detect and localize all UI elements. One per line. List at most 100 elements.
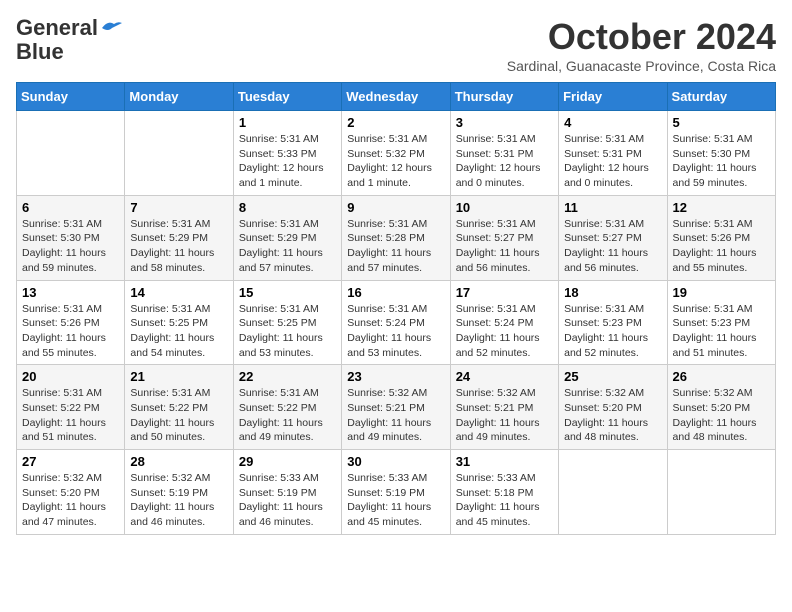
day-number: 6 xyxy=(22,200,119,215)
day-number: 12 xyxy=(673,200,770,215)
cell-daylight-info: Sunrise: 5:31 AMSunset: 5:31 PMDaylight:… xyxy=(564,132,661,191)
day-number: 5 xyxy=(673,115,770,130)
day-number: 23 xyxy=(347,369,444,384)
cell-daylight-info: Sunrise: 5:31 AMSunset: 5:22 PMDaylight:… xyxy=(22,386,119,445)
calendar-cell: 7 Sunrise: 5:31 AMSunset: 5:29 PMDaylight… xyxy=(125,195,233,280)
cell-daylight-info: Sunrise: 5:31 AMSunset: 5:31 PMDaylight:… xyxy=(456,132,553,191)
cell-daylight-info: Sunrise: 5:31 AMSunset: 5:22 PMDaylight:… xyxy=(130,386,227,445)
day-number: 2 xyxy=(347,115,444,130)
weekday-header-tuesday: Tuesday xyxy=(233,83,341,111)
day-number: 17 xyxy=(456,285,553,300)
calendar-cell xyxy=(667,450,775,535)
calendar-cell: 1Sunrise: 5:31 AMSunset: 5:33 PMDaylight… xyxy=(233,111,341,196)
day-number: 19 xyxy=(673,285,770,300)
weekday-header-wednesday: Wednesday xyxy=(342,83,450,111)
calendar-cell: 12 Sunrise: 5:31 AMSunset: 5:26 PMDayligh… xyxy=(667,195,775,280)
weekday-header-row: SundayMondayTuesdayWednesdayThursdayFrid… xyxy=(17,83,776,111)
cell-daylight-info: Sunrise: 5:31 AMSunset: 5:29 PMDaylight:… xyxy=(239,217,336,276)
cell-daylight-info: Sunrise: 5:31 AMSunset: 5:30 PMDaylight:… xyxy=(673,132,770,191)
day-number: 18 xyxy=(564,285,661,300)
day-number: 16 xyxy=(347,285,444,300)
calendar-header: SundayMondayTuesdayWednesdayThursdayFrid… xyxy=(17,83,776,111)
day-number: 4 xyxy=(564,115,661,130)
calendar-cell: 5 Sunrise: 5:31 AMSunset: 5:30 PMDaylight… xyxy=(667,111,775,196)
day-number: 26 xyxy=(673,369,770,384)
day-number: 10 xyxy=(456,200,553,215)
cell-daylight-info: Sunrise: 5:32 AMSunset: 5:20 PMDaylight:… xyxy=(564,386,661,445)
calendar-week-row: 20 Sunrise: 5:31 AMSunset: 5:22 PMDayligh… xyxy=(17,365,776,450)
weekday-header-monday: Monday xyxy=(125,83,233,111)
cell-daylight-info: Sunrise: 5:31 AMSunset: 5:25 PMDaylight:… xyxy=(130,302,227,361)
calendar-cell: 8 Sunrise: 5:31 AMSunset: 5:29 PMDaylight… xyxy=(233,195,341,280)
cell-daylight-info: Sunrise: 5:31 AMSunset: 5:24 PMDaylight:… xyxy=(347,302,444,361)
calendar-cell: 17Sunrise: 5:31 AMSunset: 5:24 PMDayligh… xyxy=(450,280,558,365)
calendar-cell: 19 Sunrise: 5:31 AMSunset: 5:23 PMDayligh… xyxy=(667,280,775,365)
cell-daylight-info: Sunrise: 5:31 AMSunset: 5:23 PMDaylight:… xyxy=(564,302,661,361)
cell-daylight-info: Sunrise: 5:33 AMSunset: 5:19 PMDaylight:… xyxy=(347,471,444,530)
day-number: 21 xyxy=(130,369,227,384)
calendar-cell: 28 Sunrise: 5:32 AMSunset: 5:19 PMDayligh… xyxy=(125,450,233,535)
page-header: General Blue October 2024 Sardinal, Guan… xyxy=(16,16,776,74)
day-number: 8 xyxy=(239,200,336,215)
title-block: October 2024 Sardinal, Guanacaste Provin… xyxy=(507,16,776,74)
calendar-week-row: 27Sunrise: 5:32 AMSunset: 5:20 PMDayligh… xyxy=(17,450,776,535)
day-number: 25 xyxy=(564,369,661,384)
cell-daylight-info: Sunrise: 5:31 AMSunset: 5:29 PMDaylight:… xyxy=(130,217,227,276)
logo: General Blue xyxy=(16,16,122,64)
weekday-header-friday: Friday xyxy=(559,83,667,111)
cell-daylight-info: Sunrise: 5:32 AMSunset: 5:21 PMDaylight:… xyxy=(456,386,553,445)
calendar-cell: 13 Sunrise: 5:31 AMSunset: 5:26 PMDayligh… xyxy=(17,280,125,365)
calendar-cell: 9Sunrise: 5:31 AMSunset: 5:28 PMDaylight… xyxy=(342,195,450,280)
day-number: 3 xyxy=(456,115,553,130)
logo-bird-icon xyxy=(100,20,122,36)
calendar-cell: 14 Sunrise: 5:31 AMSunset: 5:25 PMDayligh… xyxy=(125,280,233,365)
calendar-cell: 23Sunrise: 5:32 AMSunset: 5:21 PMDayligh… xyxy=(342,365,450,450)
day-number: 22 xyxy=(239,369,336,384)
day-number: 24 xyxy=(456,369,553,384)
cell-daylight-info: Sunrise: 5:31 AMSunset: 5:26 PMDaylight:… xyxy=(22,302,119,361)
cell-daylight-info: Sunrise: 5:31 AMSunset: 5:27 PMDaylight:… xyxy=(456,217,553,276)
day-number: 31 xyxy=(456,454,553,469)
calendar-cell: 25 Sunrise: 5:32 AMSunset: 5:20 PMDayligh… xyxy=(559,365,667,450)
weekday-header-thursday: Thursday xyxy=(450,83,558,111)
calendar-cell: 18 Sunrise: 5:31 AMSunset: 5:23 PMDayligh… xyxy=(559,280,667,365)
cell-daylight-info: Sunrise: 5:31 AMSunset: 5:27 PMDaylight:… xyxy=(564,217,661,276)
location-subtitle: Sardinal, Guanacaste Province, Costa Ric… xyxy=(507,58,776,74)
calendar-cell: 20 Sunrise: 5:31 AMSunset: 5:22 PMDayligh… xyxy=(17,365,125,450)
cell-daylight-info: Sunrise: 5:31 AMSunset: 5:26 PMDaylight:… xyxy=(673,217,770,276)
calendar-cell: 6 Sunrise: 5:31 AMSunset: 5:30 PMDaylight… xyxy=(17,195,125,280)
calendar-cell: 30Sunrise: 5:33 AMSunset: 5:19 PMDayligh… xyxy=(342,450,450,535)
calendar-cell: 31 Sunrise: 5:33 AMSunset: 5:18 PMDayligh… xyxy=(450,450,558,535)
cell-daylight-info: Sunrise: 5:31 AMSunset: 5:22 PMDaylight:… xyxy=(239,386,336,445)
calendar-cell: 15 Sunrise: 5:31 AMSunset: 5:25 PMDayligh… xyxy=(233,280,341,365)
cell-daylight-info: Sunrise: 5:31 AMSunset: 5:23 PMDaylight:… xyxy=(673,302,770,361)
cell-daylight-info: Sunrise: 5:31 AMSunset: 5:25 PMDaylight:… xyxy=(239,302,336,361)
calendar-cell xyxy=(125,111,233,196)
cell-daylight-info: Sunrise: 5:31 AMSunset: 5:33 PMDaylight:… xyxy=(239,132,336,191)
cell-daylight-info: Sunrise: 5:33 AMSunset: 5:18 PMDaylight:… xyxy=(456,471,553,530)
calendar-body: 1Sunrise: 5:31 AMSunset: 5:33 PMDaylight… xyxy=(17,111,776,535)
calendar-cell: 10 Sunrise: 5:31 AMSunset: 5:27 PMDayligh… xyxy=(450,195,558,280)
calendar-cell: 27Sunrise: 5:32 AMSunset: 5:20 PMDayligh… xyxy=(17,450,125,535)
calendar-cell: 26Sunrise: 5:32 AMSunset: 5:20 PMDayligh… xyxy=(667,365,775,450)
day-number: 13 xyxy=(22,285,119,300)
day-number: 20 xyxy=(22,369,119,384)
calendar-cell: 2Sunrise: 5:31 AMSunset: 5:32 PMDaylight… xyxy=(342,111,450,196)
cell-daylight-info: Sunrise: 5:32 AMSunset: 5:19 PMDaylight:… xyxy=(130,471,227,530)
day-number: 15 xyxy=(239,285,336,300)
weekday-header-sunday: Sunday xyxy=(17,83,125,111)
day-number: 11 xyxy=(564,200,661,215)
day-number: 14 xyxy=(130,285,227,300)
day-number: 28 xyxy=(130,454,227,469)
calendar-cell: 29Sunrise: 5:33 AMSunset: 5:19 PMDayligh… xyxy=(233,450,341,535)
calendar-cell: 24 Sunrise: 5:32 AMSunset: 5:21 PMDayligh… xyxy=(450,365,558,450)
day-number: 9 xyxy=(347,200,444,215)
calendar-cell xyxy=(559,450,667,535)
weekday-header-saturday: Saturday xyxy=(667,83,775,111)
calendar-week-row: 6 Sunrise: 5:31 AMSunset: 5:30 PMDaylight… xyxy=(17,195,776,280)
day-number: 7 xyxy=(130,200,227,215)
calendar-cell: 16 Sunrise: 5:31 AMSunset: 5:24 PMDayligh… xyxy=(342,280,450,365)
logo-blue: Blue xyxy=(16,40,64,64)
logo-text: General xyxy=(16,16,98,40)
cell-daylight-info: Sunrise: 5:31 AMSunset: 5:30 PMDaylight:… xyxy=(22,217,119,276)
